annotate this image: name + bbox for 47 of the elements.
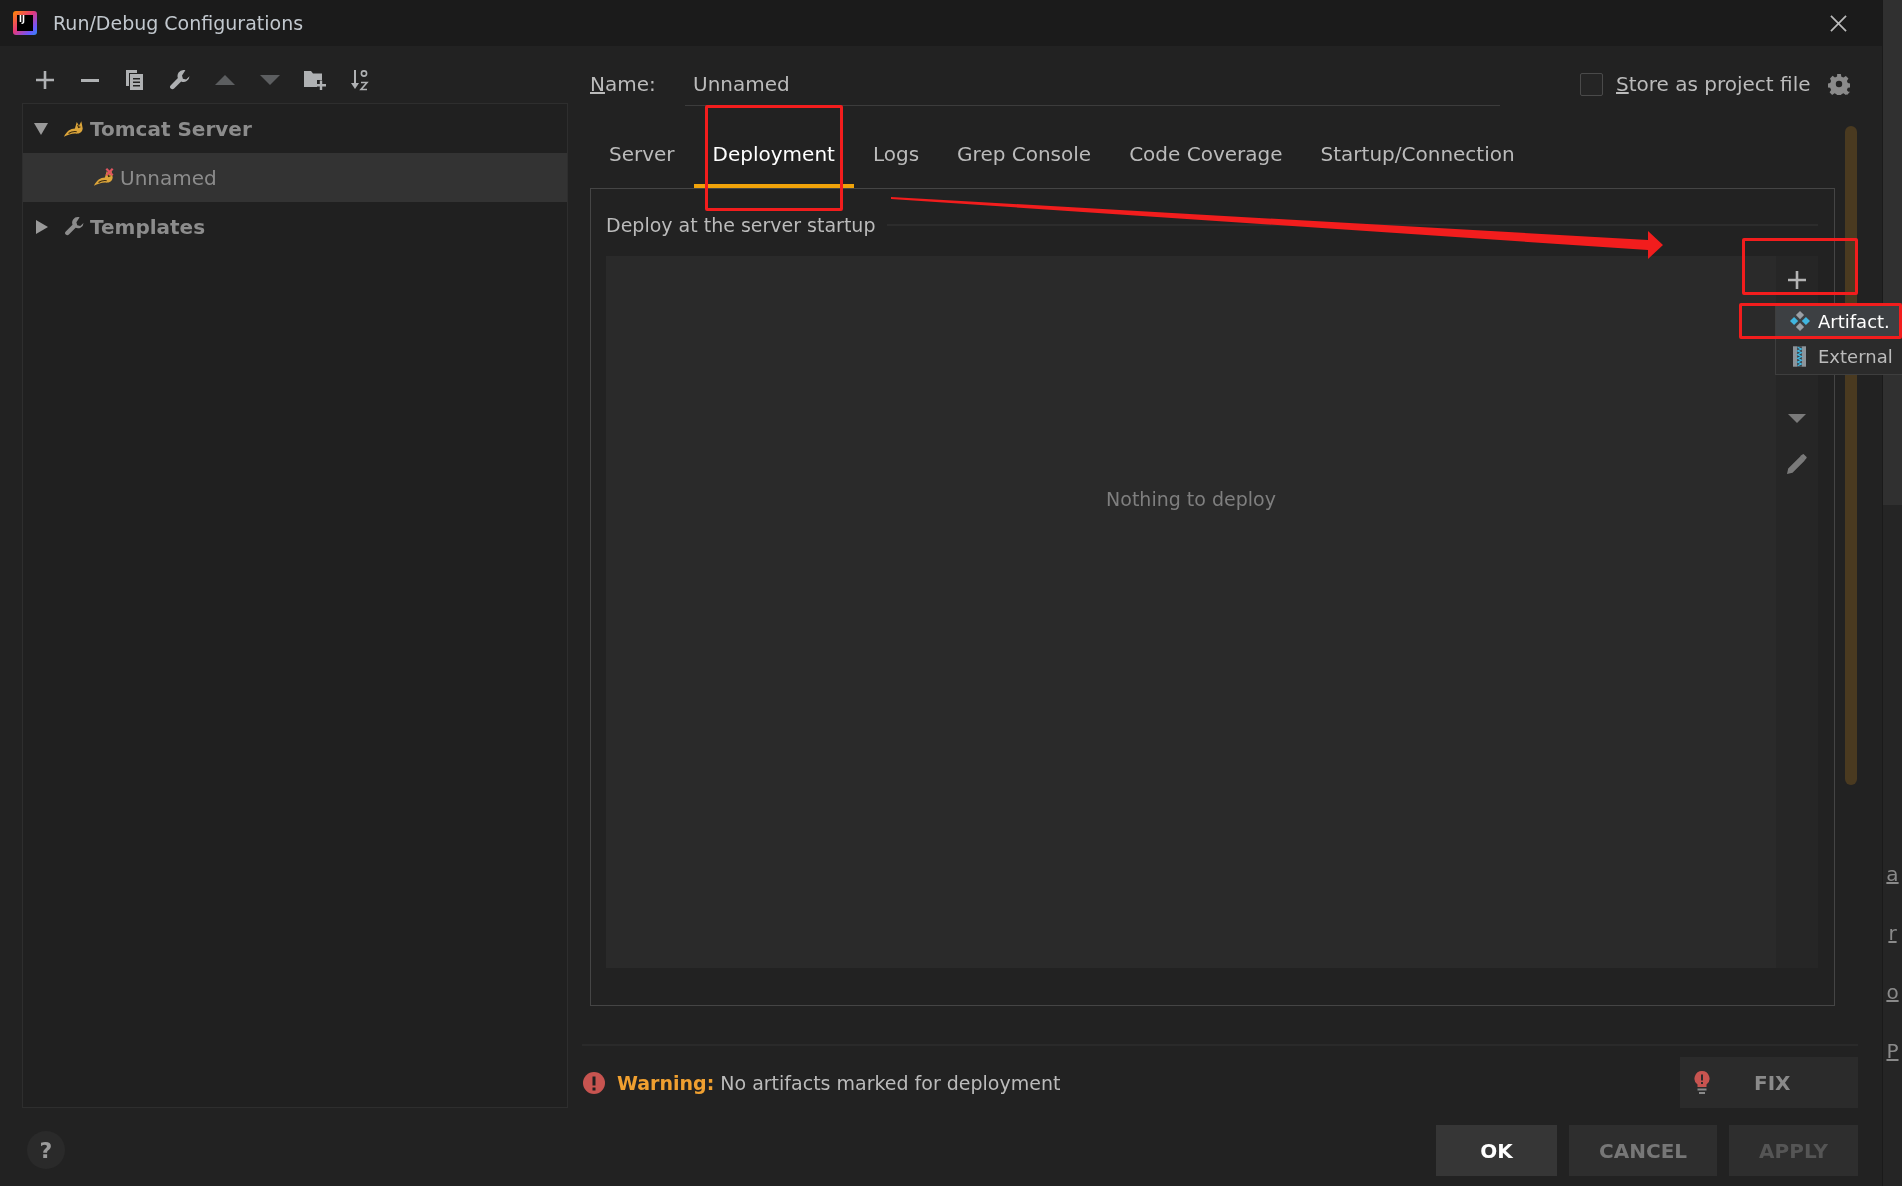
gear-icon[interactable] [1828, 73, 1850, 95]
cat-icon [63, 119, 85, 138]
tab[interactable]: Code Coverage [1110, 130, 1302, 188]
help-button[interactable]: ? [27, 1131, 65, 1169]
exclamation-icon [583, 1071, 605, 1094]
copy-icon[interactable] [126, 70, 143, 90]
tree-row[interactable]: Unnamed [23, 153, 567, 202]
tree-row[interactable]: Templates [23, 202, 567, 251]
menu-item[interactable]: External [1776, 341, 1899, 371]
plus-icon[interactable] [1788, 271, 1806, 289]
app-logo: IJ [13, 11, 37, 35]
triangle-right-icon[interactable] [36, 219, 48, 234]
tree-item-label: Templates [90, 214, 206, 239]
background-window-text: a [1886, 862, 1899, 887]
triangle-down-icon[interactable] [34, 122, 48, 135]
wrench-icon [65, 217, 84, 236]
minus-icon[interactable] [80, 78, 99, 82]
tree-row[interactable]: Tomcat Server [23, 104, 567, 153]
tab[interactable]: Logs [853, 130, 939, 188]
fix-button[interactable]: FIX [1680, 1057, 1858, 1108]
warning-message: Warning: No artifacts marked for deployment [617, 1071, 1061, 1094]
empty-list-message: Nothing to deploy [1106, 488, 1276, 510]
archive-icon [1793, 345, 1806, 367]
folder-plus-icon[interactable] [303, 70, 326, 90]
close-icon[interactable] [1830, 14, 1847, 32]
wrench-icon[interactable] [169, 70, 190, 90]
background-window-text: o [1886, 980, 1899, 1005]
plus-icon[interactable] [35, 71, 54, 89]
tab[interactable]: Server [590, 130, 694, 188]
bulb-icon [1694, 1070, 1710, 1095]
sort-icon[interactable] [350, 69, 369, 91]
window-title: Run/Debug Configurations [53, 12, 304, 34]
menu-item[interactable]: Artifact. [1776, 306, 1899, 336]
tree-item-label: Tomcat Server [90, 116, 252, 141]
diamond-icon [1790, 311, 1810, 331]
tab[interactable]: Startup/Connection [1301, 130, 1534, 188]
section-title: Deploy at the server startup [606, 214, 876, 236]
field-label: Name: [590, 72, 657, 96]
tab[interactable]: Grep Console [938, 130, 1111, 188]
tree-item-label: Unnamed [120, 165, 217, 190]
name-field[interactable]: Unnamed [685, 62, 1500, 106]
checkbox[interactable] [1580, 72, 1603, 96]
checkbox-label[interactable]: Store as project file [1616, 72, 1811, 96]
tab[interactable]: Deployment [693, 130, 854, 188]
dialog-button[interactable]: OK [1436, 1125, 1558, 1176]
background-window-text: r [1888, 921, 1897, 946]
background-window-text: P [1886, 1039, 1899, 1064]
